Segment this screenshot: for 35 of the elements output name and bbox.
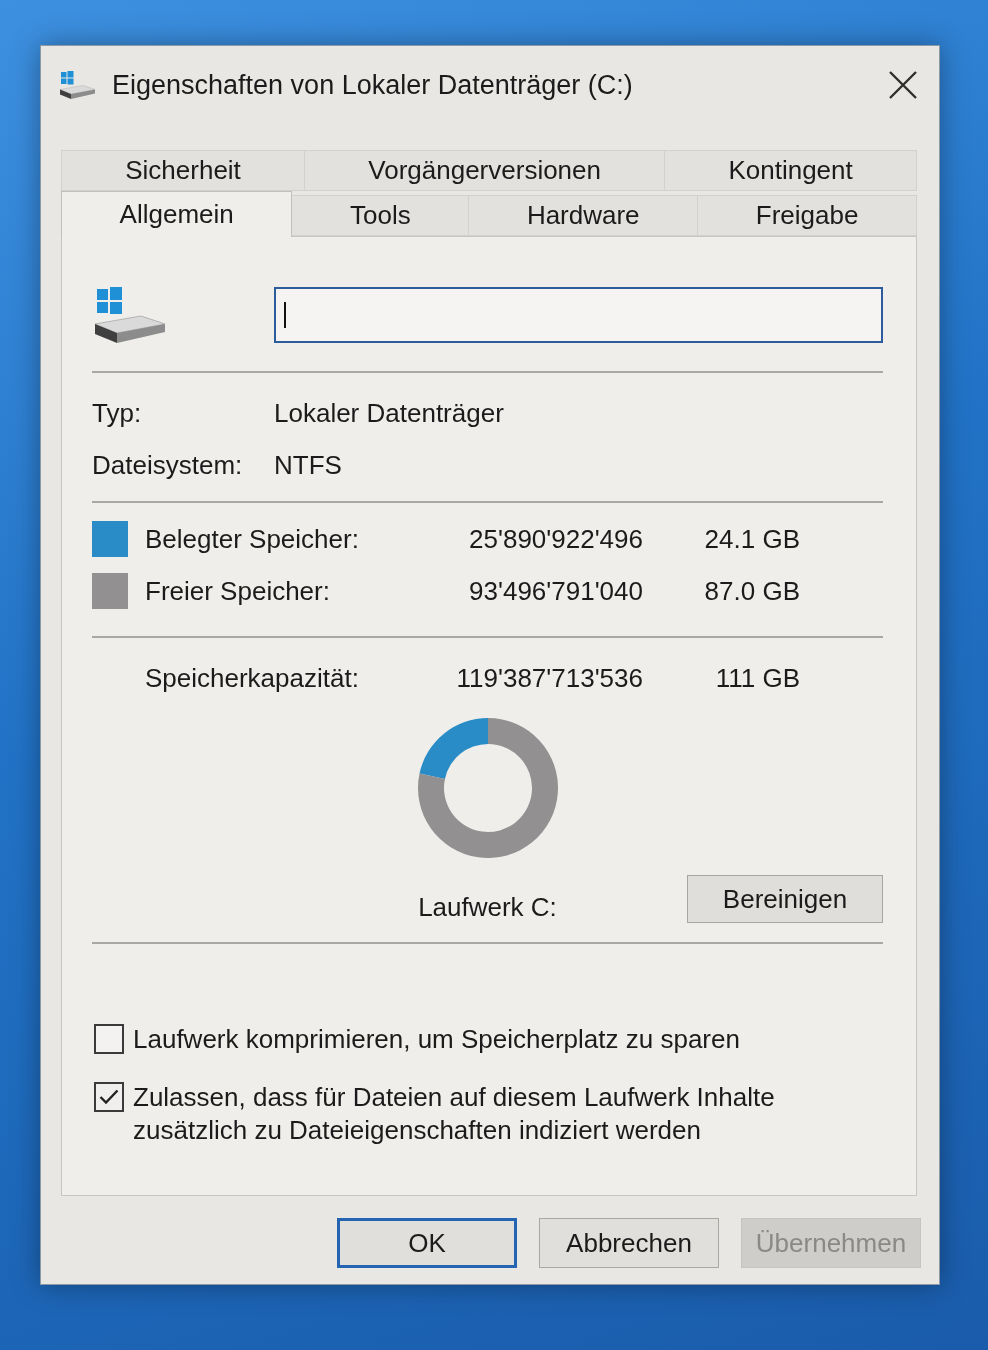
- tab[interactable]: Freigabe: [697, 195, 918, 236]
- checkbox[interactable]: [94, 1024, 124, 1054]
- tab[interactable]: Kontingent: [664, 150, 917, 191]
- checkbox[interactable]: [94, 1082, 124, 1112]
- name-field[interactable]: [274, 287, 883, 343]
- usage-label: Freier Speicher:: [145, 575, 331, 607]
- drive-caption: Laufwerk C:: [418, 892, 557, 923]
- window-title: Eigenschaften von Lokaler Datenträger (C:): [112, 69, 634, 101]
- usage-bytes: 25'890'922'496: [468, 523, 643, 555]
- text-cursor-icon: [284, 302, 286, 328]
- capacity-size: 111 GB: [714, 662, 800, 694]
- tab[interactable]: Sicherheit: [61, 150, 306, 191]
- property-value: NTFS: [274, 449, 343, 481]
- usage-bytes: 93'496'791'040: [468, 575, 643, 607]
- dialog-button[interactable]: Abbrechen: [539, 1218, 719, 1268]
- tab[interactable]: Vorgängerversionen: [304, 150, 666, 191]
- usage-label: Belegter Speicher:: [145, 523, 360, 555]
- option-label: Laufwerk komprimieren, um Speicherplatz zu sparen: [133, 1023, 740, 1056]
- tab[interactable]: Hardware: [468, 195, 699, 236]
- close-icon[interactable]: [889, 71, 917, 99]
- property-label: Dateisystem:: [92, 449, 244, 481]
- tab[interactable]: Tools: [291, 195, 470, 236]
- option-label: Zulassen, dass für Dateien auf diesem Laufwerk Inhalte zusätzlich zu Dateieigenschaften indiziert werden: [133, 1081, 776, 1147]
- capacity-bytes: 119'387'713'536: [455, 662, 643, 694]
- property-label: Typ:: [92, 397, 143, 429]
- dialog-button[interactable]: OK: [337, 1218, 517, 1268]
- cleanup-button[interactable]: Bereinigen: [687, 875, 883, 923]
- drive-icon: [95, 286, 167, 344]
- usage-size: 24.1 GB: [703, 523, 800, 555]
- drive-icon: [60, 70, 96, 100]
- usage-size: 87.0 GB: [703, 575, 800, 607]
- checkmark-icon: [99, 1089, 119, 1105]
- tab[interactable]: Allgemein: [61, 191, 293, 237]
- property-value: Lokaler Datenträger: [274, 397, 505, 429]
- capacity-label: Speicherkapazität:: [145, 662, 360, 694]
